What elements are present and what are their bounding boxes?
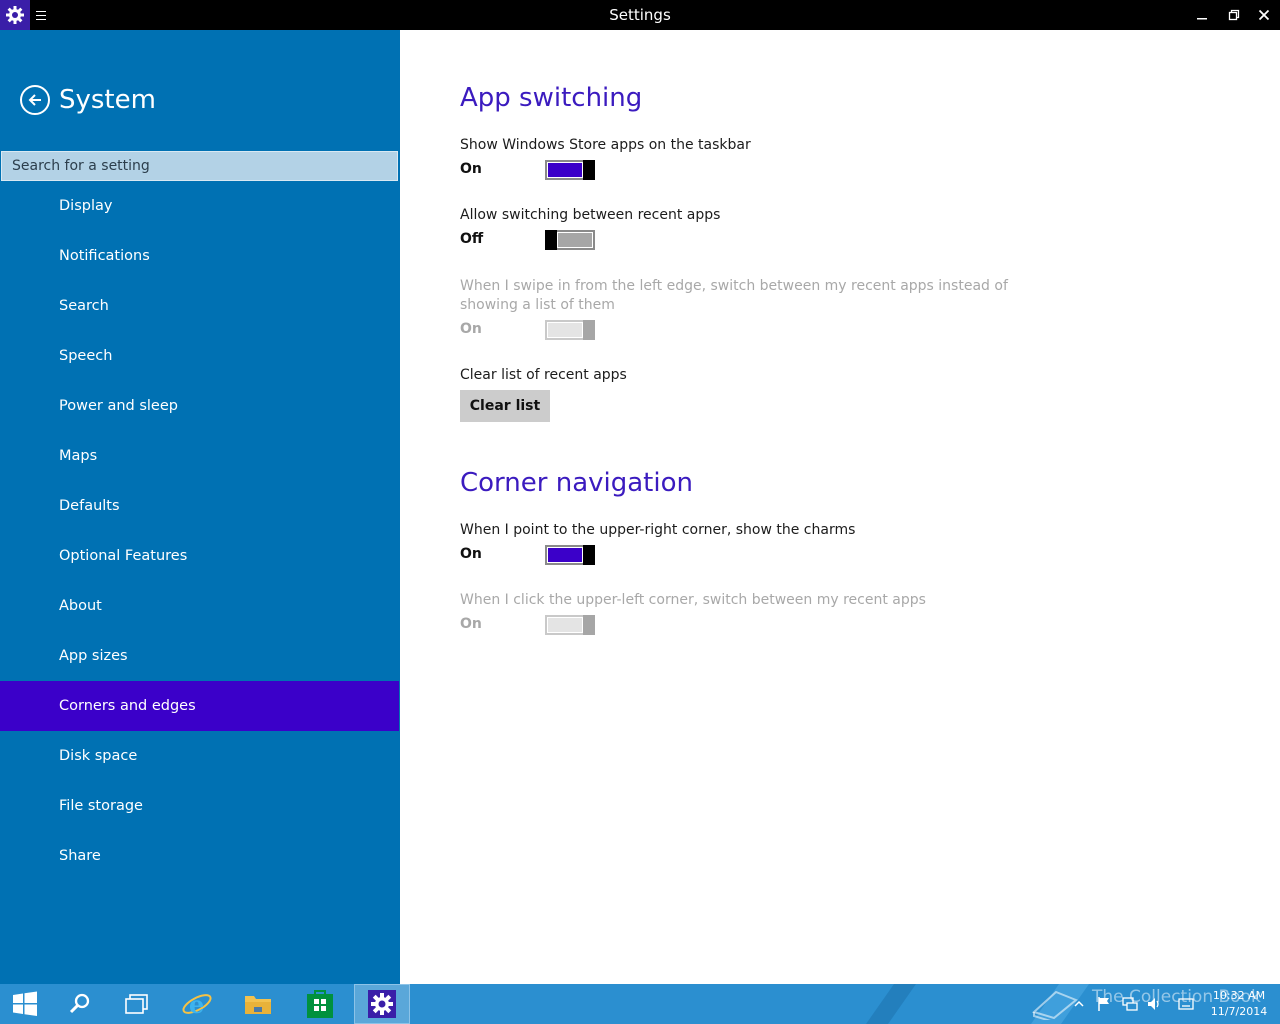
windows-start-icon[interactable] — [0, 984, 50, 1024]
minimize-icon[interactable] — [1186, 0, 1218, 30]
clock-date: 11/7/2014 — [1210, 1005, 1268, 1018]
setting-label-charms: When I point to the upper-right corner, … — [460, 522, 856, 538]
taskbar-decoration — [858, 984, 924, 1024]
toggle-swipe-left — [545, 320, 595, 340]
sidebar-item-label: Search — [59, 298, 109, 314]
sidebar-item-label: Notifications — [59, 248, 150, 264]
sidebar-item-label: Corners and edges — [59, 698, 196, 714]
sidebar-item-label: Disk space — [59, 748, 138, 764]
sidebar-item-about[interactable]: About — [0, 581, 399, 631]
internet-explorer-icon[interactable]: e — [169, 984, 225, 1024]
sidebar-item-speech[interactable]: Speech — [0, 331, 399, 381]
sidebar-item-label: About — [59, 598, 102, 614]
sidebar-item-label: Optional Features — [59, 548, 188, 564]
show-hidden-icons-icon[interactable] — [1070, 984, 1088, 1024]
sidebar-item-label: App sizes — [59, 648, 128, 664]
setting-label-clear-list: Clear list of recent apps — [460, 367, 627, 383]
toggle-state-text: On — [460, 616, 482, 632]
clock-time: 10:32 AM — [1212, 989, 1266, 1002]
toggle-state-text: On — [460, 321, 482, 337]
task-view-icon[interactable] — [109, 984, 165, 1024]
window-title: Settings — [609, 6, 671, 24]
setting-label-upper-left: When I click the upper-left corner, swit… — [460, 592, 926, 608]
sidebar-item-label: File storage — [59, 798, 143, 814]
sidebar-item-display[interactable]: Display — [0, 181, 399, 231]
action-center-flag-icon[interactable] — [1094, 984, 1114, 1024]
taskbar: e The Collection Book 10:32 AM 11/7/2014 — [0, 984, 1280, 1024]
store-icon[interactable] — [292, 984, 348, 1024]
svg-text:e: e — [189, 990, 204, 1019]
page-title: System — [59, 85, 156, 115]
close-icon[interactable] — [1248, 0, 1280, 30]
sidebar-item-label: Display — [59, 198, 113, 214]
settings-icon[interactable] — [354, 984, 410, 1024]
sidebar-nav: Display Notifications Search Speech Powe… — [0, 181, 399, 881]
toggle-charms[interactable] — [545, 545, 595, 565]
setting-label-swipe-left: When I swipe in from the left edge, swit… — [460, 278, 1008, 313]
sidebar-item-label: Speech — [59, 348, 113, 364]
setting-label-store-apps: Show Windows Store apps on the taskbar — [460, 137, 751, 153]
sidebar-item-share[interactable]: Share — [0, 831, 399, 881]
setting-label-recent-apps: Allow switching between recent apps — [460, 207, 721, 223]
sidebar-item-notifications[interactable]: Notifications — [0, 231, 399, 281]
clear-list-button[interactable]: Clear list — [460, 390, 550, 422]
restore-icon[interactable] — [1218, 0, 1250, 30]
sidebar-item-optional-features[interactable]: Optional Features — [0, 531, 399, 581]
sidebar-item-maps[interactable]: Maps — [0, 431, 399, 481]
sidebar-item-defaults[interactable]: Defaults — [0, 481, 399, 531]
volume-icon[interactable] — [1144, 984, 1164, 1024]
sidebar-item-label: Power and sleep — [59, 398, 178, 414]
toggle-state-text: Off — [460, 231, 484, 247]
main-content: App switching Show Windows Store apps on… — [400, 30, 1280, 984]
title-bar: Settings — [0, 0, 1280, 30]
search-input[interactable] — [1, 151, 398, 181]
toggle-store-apps[interactable] — [545, 160, 595, 180]
sidebar-item-disk-space[interactable]: Disk space — [0, 731, 399, 781]
section-title-app-switching: App switching — [460, 83, 643, 113]
toggle-state-text: On — [460, 546, 482, 562]
sidebar-item-power-and-sleep[interactable]: Power and sleep — [0, 381, 399, 431]
keyboard-icon[interactable] — [1176, 984, 1196, 1024]
sidebar-item-search[interactable]: Search — [0, 281, 399, 331]
sidebar-item-file-storage[interactable]: File storage — [0, 781, 399, 831]
file-explorer-icon[interactable] — [230, 984, 286, 1024]
toggle-recent-apps[interactable] — [545, 230, 595, 250]
sidebar-item-label: Maps — [59, 448, 98, 464]
sidebar: System Display Notifications Search Spee… — [0, 30, 400, 984]
search-icon[interactable] — [52, 984, 108, 1024]
toggle-upper-left — [545, 615, 595, 635]
network-icon[interactable] — [1120, 984, 1140, 1024]
back-arrow-icon[interactable] — [20, 85, 50, 115]
sidebar-item-corners-and-edges[interactable]: Corners and edges — [0, 681, 399, 731]
back-button[interactable]: System — [20, 85, 156, 115]
section-title-corner-navigation: Corner navigation — [460, 468, 693, 498]
toggle-state-text: On — [460, 161, 482, 177]
clock[interactable]: 10:32 AM 11/7/2014 — [1204, 988, 1274, 1020]
sidebar-item-label: Share — [59, 848, 101, 864]
sidebar-item-app-sizes[interactable]: App sizes — [0, 631, 399, 681]
sidebar-item-label: Defaults — [59, 498, 120, 514]
